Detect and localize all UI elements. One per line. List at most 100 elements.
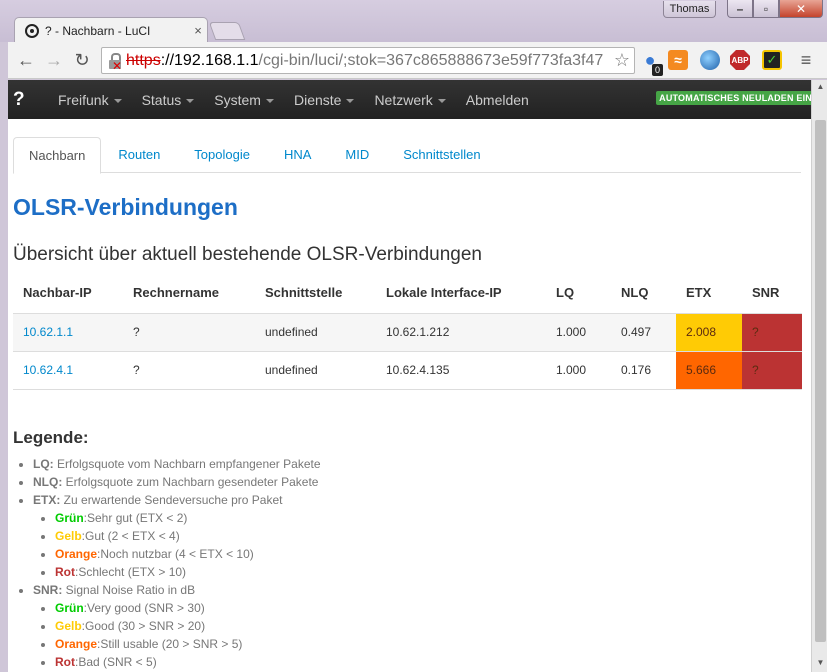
legend-item-etx: ETX: Zu erwartende Sendeversuche pro Pak…: [33, 491, 321, 581]
legend-subitem: Orange:Still usable (20 > SNR > 5): [55, 635, 321, 653]
tab-mid[interactable]: MID: [328, 137, 386, 173]
legend-text: :Bad (SNR < 5): [75, 655, 157, 669]
caret-down-icon: [265, 98, 274, 103]
legend-text: :Still usable (20 > SNR > 5): [97, 637, 243, 651]
close-tab-icon[interactable]: ×: [189, 23, 207, 38]
olsr-tabs: Nachbarn Routen Topologie HNA MID Schnit…: [13, 137, 801, 174]
nav-item-netzwerk[interactable]: Netzwerk: [364, 92, 455, 108]
page-viewport: ? Freifunk Status System Dienste Netzwer…: [8, 80, 819, 672]
maximize-button[interactable]: ▫: [753, 0, 779, 18]
column-header: SNR: [742, 273, 802, 314]
nav-item-system[interactable]: System: [204, 92, 284, 108]
legend-key: ETX:: [33, 493, 61, 507]
caret-down-icon: [437, 98, 446, 103]
nav-item-label: Netzwerk: [374, 91, 433, 108]
nlq-cell: 0.176: [611, 351, 676, 390]
rss-feed-icon[interactable]: ≈: [668, 50, 688, 70]
forward-arrow-icon[interactable]: →: [42, 48, 66, 72]
nav-item-label: Dienste: [293, 91, 342, 108]
legend-color-key: Grün: [55, 511, 84, 525]
nav-item-label: Freifunk: [58, 91, 109, 108]
legend-etx-sublist: Grün:Sehr gut (ETX < 2) Gelb:Gut (2 < ET…: [33, 509, 321, 581]
tab-nachbarn[interactable]: Nachbarn: [13, 137, 102, 174]
url-scheme: https: [126, 51, 161, 69]
tab-hna[interactable]: HNA: [267, 137, 328, 173]
nav-item-abmelden[interactable]: Abmelden: [456, 92, 539, 108]
legend-text: :Noch nutzbar (4 < ETX < 10): [97, 547, 254, 561]
bookmark-star-icon[interactable]: ☆: [614, 50, 630, 71]
legend-subitem: Rot:Schlecht (ETX > 10): [55, 563, 321, 581]
back-arrow-icon[interactable]: ←: [14, 48, 38, 72]
nav-item-status[interactable]: Status: [132, 92, 205, 108]
adblock-plus-icon[interactable]: ABP: [730, 50, 750, 70]
column-header: Lokale Interface-IP: [376, 273, 546, 314]
reload-icon[interactable]: ↻: [70, 48, 94, 72]
nav-item-label: Status: [141, 91, 182, 108]
column-header: LQ: [546, 273, 611, 314]
close-window-button[interactable]: ✕: [779, 0, 823, 18]
interface-cell: undefined: [255, 351, 376, 390]
legend-subitem: Orange:Noch nutzbar (4 < ETX < 10): [55, 545, 321, 563]
url-host: ://192.168.1.1: [160, 51, 259, 69]
scroll-down-arrow-icon[interactable]: ▼: [815, 658, 826, 667]
neighbor-ip-cell: 10.62.1.1: [13, 313, 123, 352]
legend-subitem: Gelb:Gut (2 < ETX < 4): [55, 527, 321, 545]
scrollbar-thumb[interactable]: [815, 120, 826, 642]
column-header: Rechnername: [123, 273, 255, 314]
legend-color-key: Rot: [55, 565, 75, 579]
minimize-button[interactable]: –: [727, 0, 753, 18]
legend-subitem: Grün:Very good (SNR > 30): [55, 599, 321, 617]
lq-cell: 1.000: [546, 313, 611, 352]
column-header: ETX: [676, 273, 742, 314]
legend-snr-sublist: Grün:Very good (SNR > 30) Gelb:Good (30 …: [33, 599, 321, 671]
legend-subitem: Rot:Bad (SNR < 5): [55, 653, 321, 671]
legend-text: :Schlecht (ETX > 10): [75, 565, 187, 579]
page-favicon-icon: [25, 23, 39, 38]
address-bar[interactable]: ✕ https://192.168.1.1/cgi-bin/luci/;stok…: [101, 47, 635, 74]
hostname-cell: ?: [123, 313, 255, 352]
section-subtitle: Übersicht über aktuell bestehende OLSR-V…: [13, 244, 482, 265]
etx-cell: 5.666: [676, 351, 742, 390]
browser-menu-icon[interactable]: ≡: [796, 50, 816, 70]
legend-key: LQ:: [33, 457, 54, 471]
navbar-brand[interactable]: ?: [8, 89, 48, 111]
neighbor-ip-link[interactable]: 10.62.4.1: [23, 363, 73, 377]
profile-user-badge[interactable]: Thomas: [663, 1, 716, 18]
tab-schnittstellen[interactable]: Schnittstellen: [386, 137, 497, 173]
snr-cell: ?: [742, 313, 802, 352]
url-path: /cgi-bin/luci/;stok=367c865888673e59f773…: [258, 51, 604, 69]
browser-tab-active[interactable]: ? - Nachbarn - LuCI ×: [14, 17, 208, 43]
column-header: Schnittstelle: [255, 273, 376, 314]
column-header: NLQ: [611, 273, 676, 314]
nav-item-dienste[interactable]: Dienste: [284, 92, 364, 108]
browser-tab-title: ? - Nachbarn - LuCI: [45, 23, 151, 38]
tab-topologie[interactable]: Topologie: [177, 137, 267, 173]
table-row: 10.62.1.1 ? undefined 10.62.1.212 1.000 …: [13, 313, 802, 352]
neighbor-ip-cell: 10.62.4.1: [13, 351, 123, 390]
lq-cell: 1.000: [546, 351, 611, 390]
new-tab-button[interactable]: [208, 22, 246, 40]
broken-lock-icon[interactable]: ✕: [108, 52, 122, 73]
nav-item-freifunk[interactable]: Freifunk: [48, 92, 132, 108]
legend-color-key: Orange: [55, 637, 98, 651]
legend-color-key: Orange: [55, 547, 98, 561]
hostname-cell: ?: [123, 351, 255, 390]
globe-extension-icon[interactable]: [700, 50, 720, 70]
browser-toolbar: ← → ↻ ✕ https://192.168.1.1/cgi-bin/luci…: [8, 42, 827, 79]
luci-navbar: ? Freifunk Status System Dienste Netzwer…: [8, 80, 819, 119]
autorefresh-toggle-badge[interactable]: AUTOMATISCHES NEULADEN EIN: [656, 91, 815, 105]
caret-down-icon: [186, 98, 195, 103]
page-scrollbar[interactable]: ▲ ▼: [811, 80, 827, 672]
interface-cell: undefined: [255, 313, 376, 352]
legend-item-snr: SNR: Signal Noise Ratio in dB Grün:Very …: [33, 581, 321, 671]
etx-cell: 2.008: [676, 313, 742, 352]
legend-text: Signal Noise Ratio in dB: [62, 583, 196, 597]
legend-key: NLQ:: [33, 475, 63, 489]
scroll-up-arrow-icon[interactable]: ▲: [815, 82, 826, 91]
legend-text: Erfolgsquote vom Nachbarn empfangener Pa…: [53, 457, 321, 471]
checkmark-extension-icon[interactable]: ✓: [762, 50, 782, 70]
tab-routen[interactable]: Routen: [101, 137, 177, 173]
legend-title: Legende:: [13, 428, 89, 447]
neighbor-ip-link[interactable]: 10.62.1.1: [23, 325, 73, 339]
ghostery-count-badge: 0: [652, 64, 663, 76]
